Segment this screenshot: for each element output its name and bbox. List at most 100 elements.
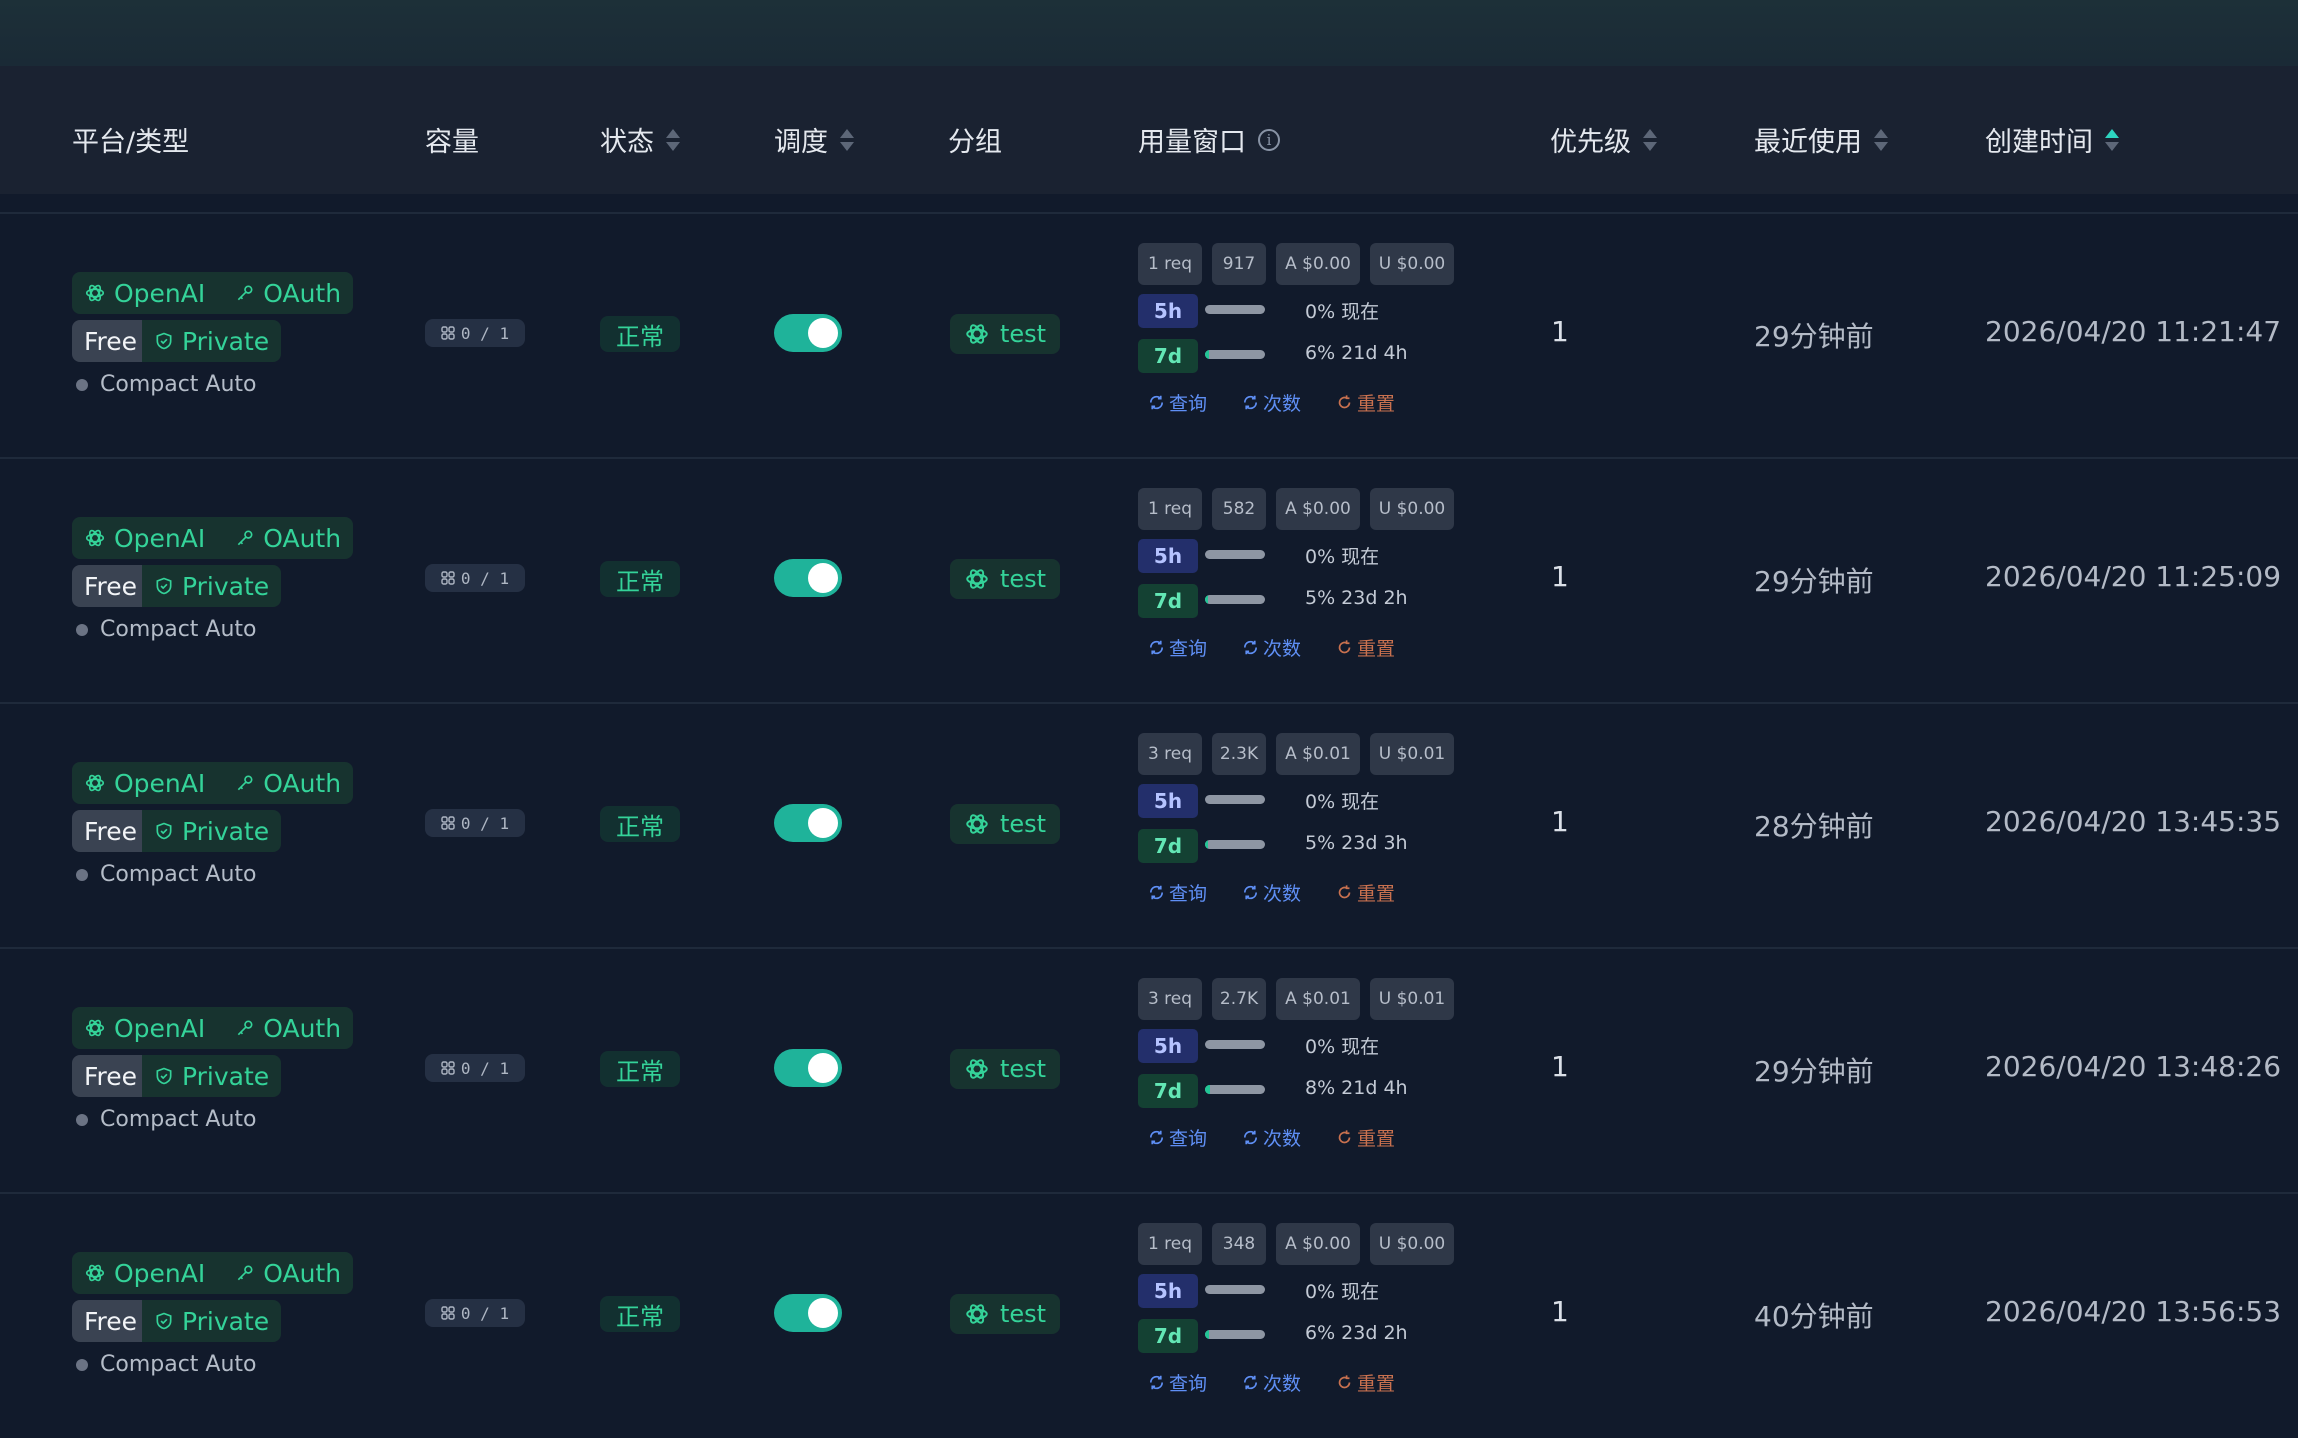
header-schedule[interactable]: 调度 bbox=[774, 120, 854, 159]
window-7d-badge: 7d bbox=[1138, 339, 1198, 373]
priority-value: 1 bbox=[1551, 1050, 1569, 1083]
schedule-toggle[interactable] bbox=[774, 314, 842, 352]
top-banner bbox=[0, 0, 2298, 66]
count-button[interactable]: 次数 bbox=[1242, 1369, 1301, 1396]
schedule-toggle[interactable] bbox=[774, 559, 842, 597]
capacity-badge: 0 / 1 bbox=[425, 319, 525, 347]
status-dot-icon bbox=[76, 623, 88, 636]
count-button[interactable]: 次数 bbox=[1242, 634, 1301, 661]
header-status[interactable]: 状态 bbox=[600, 120, 680, 159]
a-cost-chip: A $0.00 bbox=[1276, 1223, 1360, 1265]
capacity-badge: 0 / 1 bbox=[425, 1299, 525, 1327]
table-row: OpenAI OAuth Free Private Compact Auto 0… bbox=[0, 457, 2298, 703]
window-5h-text: 0% 现在 bbox=[1305, 1036, 1380, 1058]
query-button[interactable]: 查询 bbox=[1148, 389, 1207, 416]
query-button[interactable]: 查询 bbox=[1148, 1124, 1207, 1151]
shield-check-icon bbox=[156, 1067, 172, 1085]
toggle-knob bbox=[808, 1298, 838, 1328]
window-5h-text: 0% 现在 bbox=[1305, 546, 1380, 568]
info-icon[interactable]: i bbox=[1258, 128, 1280, 151]
query-button[interactable]: 查询 bbox=[1148, 634, 1207, 661]
status-badge: 正常 bbox=[600, 1296, 680, 1332]
window-7d-text: 6% 21d 4h bbox=[1305, 342, 1408, 364]
key-icon bbox=[237, 530, 253, 546]
refresh-icon bbox=[1149, 1130, 1164, 1145]
schedule-toggle[interactable] bbox=[774, 804, 842, 842]
window-5h-text: 0% 现在 bbox=[1305, 301, 1380, 323]
created-at-value: 2026/04/20 13:48:26 bbox=[1985, 1050, 2282, 1083]
plan-tag: Free bbox=[72, 1300, 150, 1342]
created-at-value: 2026/04/20 13:56:53 bbox=[1985, 1295, 2282, 1328]
header-created-at[interactable]: 创建时间 bbox=[1985, 120, 2119, 159]
reset-button[interactable]: 重置 bbox=[1336, 389, 1395, 416]
refresh-icon bbox=[1243, 640, 1258, 655]
header-group: 分组 bbox=[948, 127, 1002, 158]
reset-icon bbox=[1338, 395, 1351, 409]
platform-tag: OpenAI OAuth bbox=[72, 1007, 354, 1049]
visibility-tag: Private bbox=[142, 1300, 282, 1342]
header-priority[interactable]: 优先级 bbox=[1550, 120, 1657, 159]
last-used-value: 29分钟前 bbox=[1754, 320, 1874, 353]
reset-button[interactable]: 重置 bbox=[1336, 634, 1395, 661]
group-tag: test bbox=[950, 804, 1061, 844]
schedule-toggle[interactable] bbox=[774, 1049, 842, 1087]
last-used-value: 29分钟前 bbox=[1754, 1055, 1874, 1088]
table-row: OpenAI OAuth Free Private Compact Auto 0… bbox=[0, 1192, 2298, 1438]
tokens-chip: 582 bbox=[1212, 488, 1266, 530]
header-last-used[interactable]: 最近使用 bbox=[1754, 120, 1888, 159]
reset-button[interactable]: 重置 bbox=[1336, 1124, 1395, 1151]
platform-tag: OpenAI OAuth bbox=[72, 272, 354, 314]
openai-icon bbox=[966, 1304, 988, 1324]
refresh-icon bbox=[1149, 640, 1164, 655]
mode-label: Compact Auto bbox=[76, 1107, 257, 1132]
platform-tag: OpenAI OAuth bbox=[72, 517, 354, 559]
group-tag: test bbox=[950, 314, 1061, 354]
u-cost-chip: U $0.01 bbox=[1370, 733, 1454, 775]
window-5h-badge: 5h bbox=[1138, 1274, 1198, 1308]
header-usage-window: 用量窗口 i bbox=[1138, 120, 1280, 159]
toggle-knob bbox=[808, 563, 838, 593]
key-icon bbox=[237, 775, 253, 791]
sort-icon[interactable] bbox=[1643, 128, 1657, 151]
reset-button[interactable]: 重置 bbox=[1336, 879, 1395, 906]
last-used-value: 29分钟前 bbox=[1754, 565, 1874, 598]
status-badge: 正常 bbox=[600, 806, 680, 842]
u-cost-chip: U $0.00 bbox=[1370, 243, 1454, 285]
tokens-chip: 348 bbox=[1212, 1223, 1266, 1265]
a-cost-chip: A $0.01 bbox=[1276, 733, 1360, 775]
status-badge: 正常 bbox=[600, 561, 680, 597]
grid-icon bbox=[441, 1061, 455, 1075]
priority-value: 1 bbox=[1551, 560, 1569, 593]
refresh-icon bbox=[1149, 395, 1164, 410]
window-7d-text: 6% 23d 2h bbox=[1305, 1322, 1408, 1344]
sort-icon[interactable] bbox=[666, 128, 680, 151]
grid-icon bbox=[441, 816, 455, 830]
window-5h-badge: 5h bbox=[1138, 294, 1198, 328]
sort-icon[interactable] bbox=[840, 128, 854, 151]
openai-icon bbox=[966, 814, 988, 834]
schedule-toggle[interactable] bbox=[774, 1294, 842, 1332]
sort-icon[interactable] bbox=[2105, 128, 2119, 151]
group-tag: test bbox=[950, 559, 1061, 599]
window-5h-badge: 5h bbox=[1138, 784, 1198, 818]
openai-icon bbox=[966, 569, 988, 589]
reset-button[interactable]: 重置 bbox=[1336, 1369, 1395, 1396]
status-dot-icon bbox=[76, 1113, 88, 1126]
visibility-tag: Private bbox=[142, 1055, 282, 1097]
count-button[interactable]: 次数 bbox=[1242, 389, 1301, 416]
count-button[interactable]: 次数 bbox=[1242, 879, 1301, 906]
query-button[interactable]: 查询 bbox=[1148, 1369, 1207, 1396]
query-button[interactable]: 查询 bbox=[1148, 879, 1207, 906]
sort-icon[interactable] bbox=[1874, 128, 1888, 151]
tokens-chip: 2.7K bbox=[1212, 978, 1266, 1020]
openai-icon bbox=[85, 774, 105, 792]
created-at-value: 2026/04/20 11:25:09 bbox=[1985, 560, 2282, 593]
reset-icon bbox=[1338, 1130, 1351, 1144]
platform-tag: OpenAI OAuth bbox=[72, 1252, 354, 1294]
toggle-knob bbox=[808, 1053, 838, 1083]
visibility-tag: Private bbox=[142, 565, 282, 607]
platform-tag: OpenAI OAuth bbox=[72, 762, 354, 804]
count-button[interactable]: 次数 bbox=[1242, 1124, 1301, 1151]
reset-icon bbox=[1338, 885, 1351, 899]
toggle-knob bbox=[808, 808, 838, 838]
